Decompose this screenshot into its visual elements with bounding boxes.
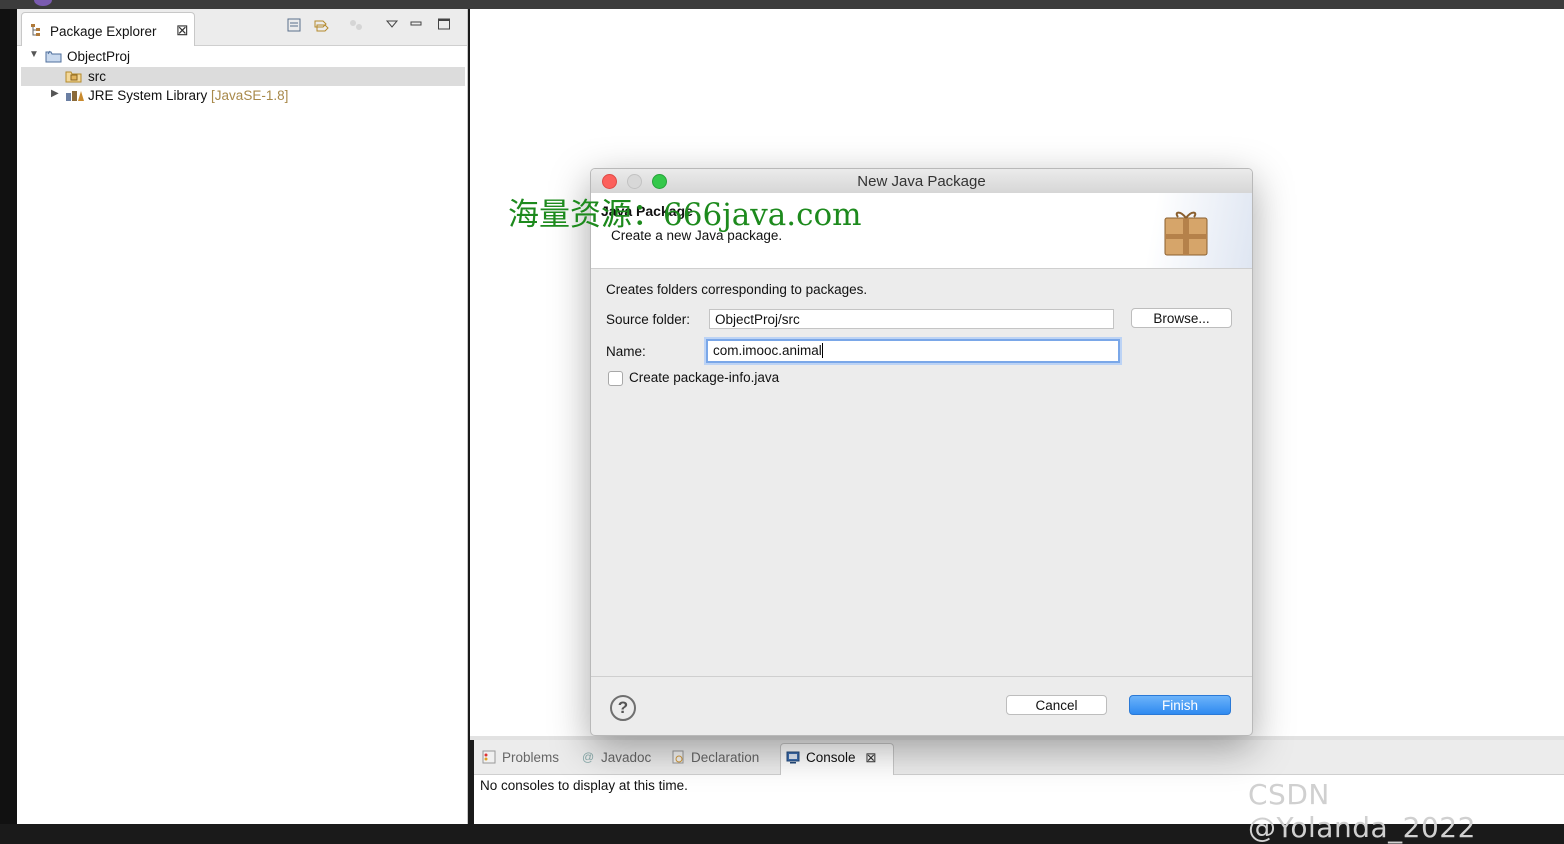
collapse-all-icon[interactable] xyxy=(285,17,303,35)
package-name-value: com.imooc.animal xyxy=(713,343,822,358)
tab-label: Console xyxy=(806,750,856,765)
dialog-title: New Java Package xyxy=(857,173,986,190)
library-icon xyxy=(66,91,84,101)
tab-label: Javadoc xyxy=(601,750,652,765)
finish-button[interactable]: Finish xyxy=(1129,695,1231,715)
explorer-tab-bar: Package Explorer ⊠ xyxy=(17,9,467,46)
create-package-info-label[interactable]: Create package-info.java xyxy=(629,370,779,385)
window-top-strip xyxy=(0,0,1564,9)
tab-package-explorer[interactable]: Package Explorer ⊠ xyxy=(21,12,195,46)
source-folder-label: Source folder: xyxy=(606,312,691,327)
left-edge xyxy=(0,9,17,824)
csdn-watermark: CSDN @Yolanda_2022 xyxy=(1248,778,1476,844)
collapsed-arrow-icon[interactable]: ▶ xyxy=(51,88,59,99)
tab-label: Package Explorer xyxy=(50,24,157,39)
close-icon[interactable]: ⊠ xyxy=(865,750,876,765)
footer-separator xyxy=(591,676,1252,677)
source-folder-field[interactable]: ObjectProj/src xyxy=(709,309,1114,329)
tab-declaration[interactable]: Declaration xyxy=(671,750,759,765)
declaration-icon xyxy=(672,750,684,764)
tree-item-label: src xyxy=(88,69,106,84)
tree-item-text: JRE System Library [JavaSE-1.8] xyxy=(88,88,288,103)
watermark-text: 海量资源：666java.com xyxy=(508,197,862,233)
help-icon[interactable]: ? xyxy=(610,695,636,721)
bottom-tab-bar: Problems @ Javadoc Declaration Console ⊠ xyxy=(474,740,1564,775)
svg-text:@: @ xyxy=(582,750,594,764)
new-java-package-dialog: New Java Package Java Package Create a n… xyxy=(590,168,1253,736)
minimize-icon[interactable] xyxy=(407,17,425,35)
dialog-description: Creates folders corresponding to package… xyxy=(606,282,868,297)
tree-item-src[interactable]: src xyxy=(21,67,465,86)
expanded-arrow-icon[interactable]: ▼ xyxy=(29,49,39,60)
create-package-info-checkbox[interactable] xyxy=(608,371,623,386)
tab-javadoc[interactable]: @ Javadoc xyxy=(581,750,651,765)
tab-console[interactable]: Console ⊠ xyxy=(786,750,877,766)
problems-icon xyxy=(482,750,496,764)
tab-label: Declaration xyxy=(691,750,760,765)
package-wizard-icon xyxy=(1164,211,1208,256)
maximize-icon[interactable] xyxy=(435,17,453,35)
focus-icon[interactable] xyxy=(347,17,365,35)
javadoc-icon: @ xyxy=(582,750,594,764)
tree-item-label: JRE System Library xyxy=(88,88,208,103)
link-with-editor-icon[interactable] xyxy=(312,17,330,35)
package-name-input[interactable]: com.imooc.animal xyxy=(706,339,1120,363)
tab-label: Problems xyxy=(502,750,560,765)
package-explorer-icon xyxy=(31,24,40,36)
app-dot xyxy=(34,0,52,6)
close-icon[interactable]: ⊠ xyxy=(176,21,189,39)
console-message: No consoles to display at this time. xyxy=(480,778,688,793)
project-folder-icon xyxy=(45,50,62,63)
tree-item-objectproj[interactable]: ▼ ObjectProj xyxy=(21,47,465,66)
cancel-button[interactable]: Cancel xyxy=(1006,695,1107,715)
tab-problems[interactable]: Problems xyxy=(482,750,559,765)
console-icon xyxy=(786,751,800,764)
source-folder-icon xyxy=(65,71,82,83)
text-cursor xyxy=(821,343,823,358)
view-menu-icon[interactable] xyxy=(383,17,401,35)
browse-button[interactable]: Browse... xyxy=(1131,308,1232,328)
tree-item-jre-library[interactable]: ▶ JRE System Library [JavaSE-1.8] xyxy=(21,86,465,105)
package-explorer-view: Package Explorer ⊠ ▼ ObjectProj src ▶ JR… xyxy=(17,9,468,824)
tree-item-label: ObjectProj xyxy=(67,49,131,64)
name-label: Name: xyxy=(606,344,646,359)
tree-item-decoration: [JavaSE-1.8] xyxy=(211,88,289,103)
